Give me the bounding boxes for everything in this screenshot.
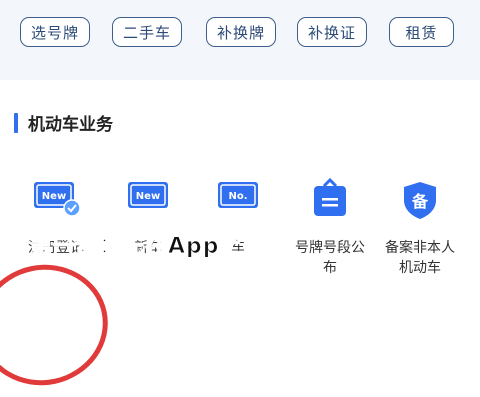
tile-label: 号牌号段公布 (295, 240, 365, 276)
svg-text:No.: No. (228, 191, 247, 202)
svg-text:备: 备 (411, 192, 429, 211)
tile-non-owner-backup[interactable]: 备 备案非本人机动车 (380, 168, 460, 288)
new-plate-icon: New (124, 178, 172, 222)
tile-label: 备案非本人机动车 (385, 240, 455, 276)
number-plate-icon: No. (214, 178, 262, 222)
instruction-caption: 第一步：先在App上申请 (30, 234, 289, 260)
tile-plate-number-range[interactable]: 号牌号段公布 (290, 168, 370, 288)
quick-button-select-plate[interactable]: 选号牌 (20, 17, 90, 47)
section-title: 机动车业务 (28, 115, 113, 135)
quick-button-replace-license[interactable]: 补换证 (297, 17, 367, 47)
quick-button-rental[interactable]: 租赁 (389, 17, 454, 47)
new-plate-check-icon: New (32, 178, 81, 222)
plate-sign-icon (308, 177, 352, 226)
section-accent-bar (14, 113, 18, 133)
svg-text:New: New (136, 191, 160, 202)
red-marker-circle (0, 252, 120, 397)
quick-button-replace-plate[interactable]: 补换牌 (206, 17, 276, 47)
svg-text:New: New (42, 191, 66, 202)
quick-button-used-car[interactable]: 二手车 (112, 17, 182, 47)
backup-shield-icon: 备 (398, 178, 442, 226)
